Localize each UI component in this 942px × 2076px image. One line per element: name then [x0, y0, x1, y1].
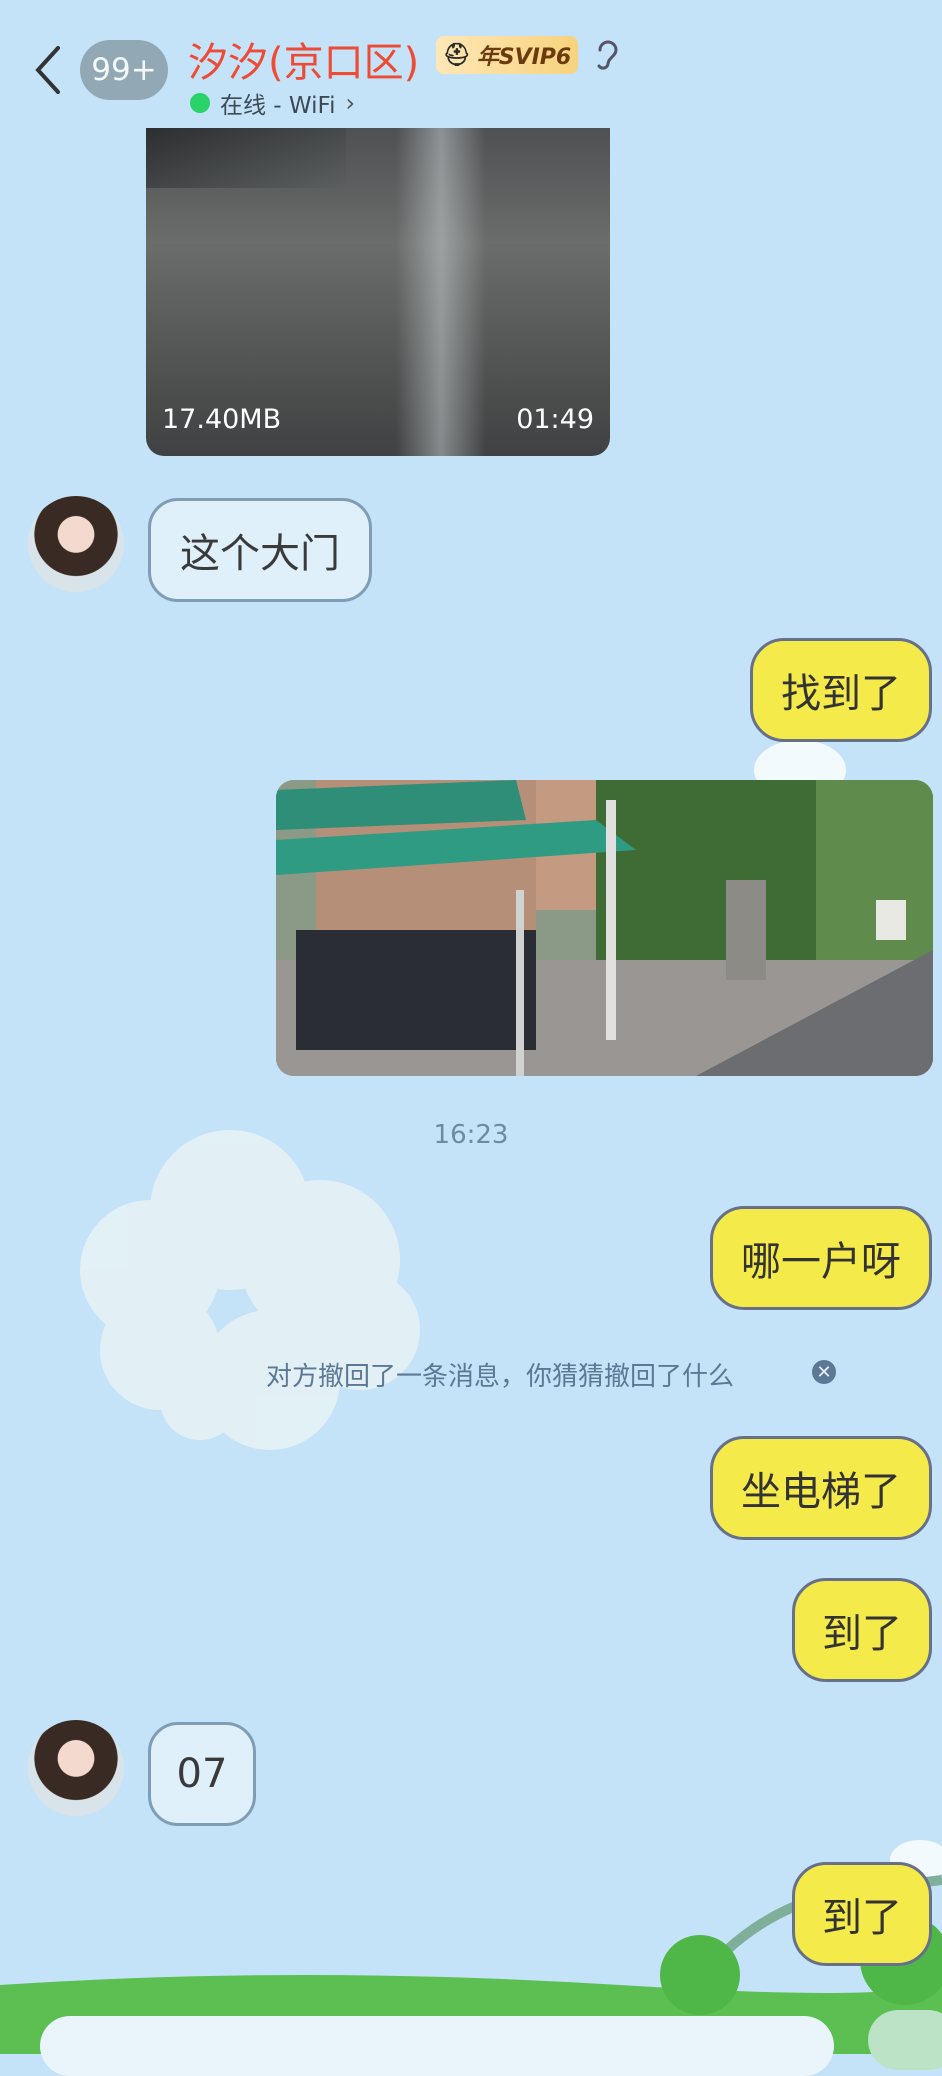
more-button[interactable]: [868, 2010, 942, 2070]
message-text: 到了: [822, 1895, 902, 1941]
message-text: 坐电梯了: [741, 1469, 901, 1515]
contact-avatar[interactable]: [28, 496, 124, 592]
status-text: 在线 - WiFi: [220, 93, 336, 119]
back-arrow-icon: [35, 46, 60, 94]
recall-notice: 对方撤回了一条消息，你猜猜撤回了什么: [266, 1362, 735, 1392]
message-bubble-incoming[interactable]: 这个大门: [148, 498, 372, 602]
timestamp: 16:23: [433, 1120, 509, 1150]
online-dot-icon: [190, 93, 210, 113]
vip-badge[interactable]: ⛑ 年SVIP6: [436, 36, 578, 74]
video-duration: 01:49: [516, 404, 594, 435]
image-message[interactable]: [276, 780, 933, 1076]
unread-count-badge[interactable]: 99+: [80, 40, 168, 100]
video-size: 17.40MB: [162, 404, 282, 435]
message-input[interactable]: [40, 2016, 834, 2076]
photo-content: [276, 780, 933, 1076]
message-bubble-outgoing[interactable]: 哪一户呀: [710, 1206, 932, 1310]
message-bubble-outgoing[interactable]: 坐电梯了: [710, 1436, 932, 1540]
vip-crown-icon: ⛑: [442, 42, 471, 68]
message-text: 哪一户呀: [741, 1239, 901, 1285]
close-circle-icon[interactable]: ✕: [812, 1360, 836, 1384]
video-message[interactable]: 17.40MB 01:49: [146, 128, 610, 456]
hearing-icon[interactable]: [594, 36, 622, 76]
video-thumbnail-reflection: [396, 128, 486, 456]
contact-avatar[interactable]: [28, 1720, 124, 1816]
message-bubble-outgoing[interactable]: 到了: [792, 1862, 932, 1966]
message-text: 到了: [822, 1611, 902, 1657]
online-status[interactable]: 在线 - WiFi ›: [190, 86, 355, 120]
message-text: 这个大门: [180, 531, 340, 577]
video-thumbnail-detail: [146, 128, 346, 188]
back-button[interactable]: [30, 40, 70, 100]
chat-header: 99+ 汐汐(京口区) ⛑ 年SVIP6 在线 - WiFi ›: [0, 0, 942, 128]
vip-label: 年SVIP6: [476, 45, 572, 70]
message-bubble-outgoing[interactable]: 到了: [792, 1578, 932, 1682]
message-text: 找到了: [781, 671, 901, 717]
message-bubble-incoming[interactable]: 07: [148, 1722, 256, 1826]
message-text: 07: [176, 1751, 228, 1797]
message-bubble-outgoing[interactable]: 找到了: [750, 638, 932, 742]
chevron-right-icon: ›: [345, 89, 356, 117]
contact-name[interactable]: 汐汐(京口区): [188, 30, 419, 88]
